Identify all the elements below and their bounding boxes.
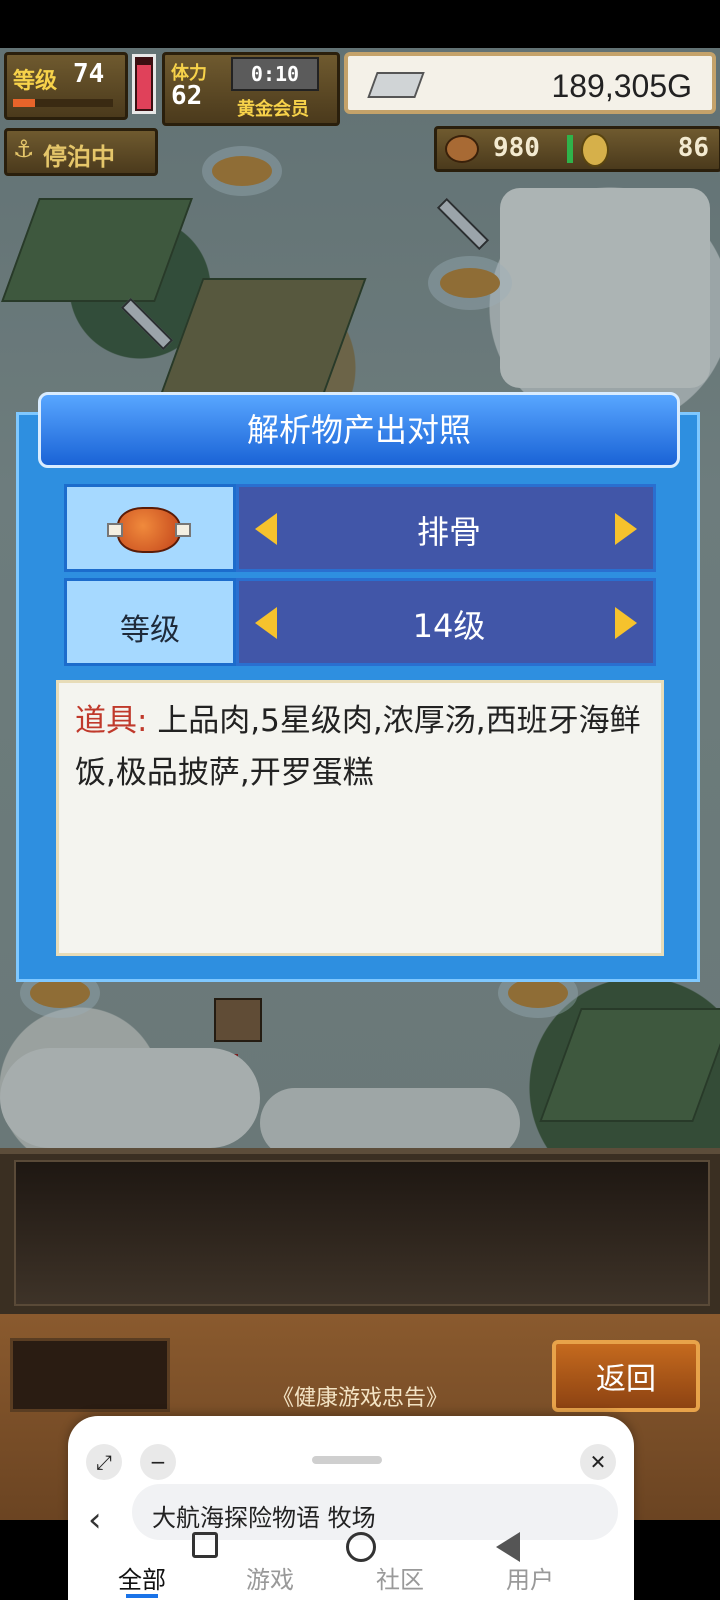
- message-window: [14, 1160, 710, 1306]
- stamina-gauge: [132, 54, 156, 114]
- food-icon: [445, 135, 479, 163]
- exp-bar: [13, 99, 113, 107]
- tab-all-indicator: [126, 1594, 158, 1598]
- food-count: 980: [493, 133, 540, 163]
- item-name: 排骨: [416, 513, 481, 551]
- item-icon-cell: [64, 484, 236, 572]
- level-row-label: 等级: [120, 613, 180, 648]
- recent-apps-icon[interactable]: [192, 1532, 218, 1558]
- level-selector[interactable]: 14级: [236, 578, 656, 666]
- exp-bar-fill: [13, 99, 35, 107]
- dialog-title-bar: 解析物产出对照: [38, 392, 680, 468]
- bone-icon: [175, 523, 191, 537]
- item-selector[interactable]: 排骨: [236, 484, 656, 572]
- level-box: 等级 74: [4, 52, 128, 120]
- search-text: 大航海探险物语 牧场: [152, 1504, 376, 1532]
- timer: 0:10: [231, 57, 319, 91]
- food-bar: [567, 135, 573, 163]
- meat-icon: [117, 507, 181, 553]
- level-row-value: 14级: [412, 607, 486, 645]
- level-label-cell: 等级: [64, 578, 236, 666]
- status-label: 停泊中: [43, 143, 115, 171]
- tab-all[interactable]: 全部: [118, 1560, 166, 1595]
- bone-icon: [107, 523, 123, 537]
- resource-box: 980 86: [434, 126, 720, 172]
- anchor-icon: ⚓: [13, 135, 35, 163]
- membership-label: 黄金会员: [237, 99, 309, 120]
- back-nav-icon[interactable]: [496, 1532, 520, 1562]
- close-icon[interactable]: ✕: [580, 1444, 616, 1480]
- status-bar: [0, 0, 720, 48]
- tab-community[interactable]: 社区: [376, 1560, 424, 1595]
- level-value: 74: [73, 59, 105, 89]
- minimize-icon[interactable]: −: [140, 1444, 176, 1480]
- tab-games[interactable]: 游戏: [246, 1560, 294, 1595]
- gold-amount: 189,305G: [551, 68, 692, 104]
- stamina-box: 体力 62 0:10 黄金会员: [162, 52, 340, 126]
- desc-label: 道具:: [75, 703, 148, 739]
- silver-bar-icon: [367, 72, 425, 98]
- status-box: ⚓ 停泊中: [4, 128, 158, 176]
- drag-handle[interactable]: [312, 1456, 382, 1464]
- coin-count: 86: [677, 133, 709, 163]
- next-item-arrow-icon[interactable]: [615, 513, 637, 545]
- description-box: 道具: 上品肉,5星级肉,浓厚汤,西班牙海鲜饭,极品披萨,开罗蛋糕: [56, 680, 664, 956]
- level-label: 等级: [13, 69, 58, 94]
- health-notice: 《健康游戏忠告》: [271, 1386, 448, 1411]
- expand-icon[interactable]: ⤢: [86, 1444, 122, 1480]
- gold-box: 189,305G: [344, 52, 716, 114]
- tab-users[interactable]: 用户: [506, 1560, 554, 1595]
- dialog-title: 解析物产出对照: [246, 411, 471, 449]
- back-chevron-icon[interactable]: ‹: [88, 1500, 102, 1540]
- stamina-gauge-fill: [137, 65, 151, 109]
- desc-text: 上品肉,5星级肉,浓厚汤,西班牙海鲜饭,极品披萨,开罗蛋糕: [75, 703, 641, 791]
- coin-icon: [581, 133, 609, 167]
- next-level-arrow-icon[interactable]: [615, 607, 637, 639]
- stamina-value: 62: [171, 81, 203, 111]
- home-icon[interactable]: [346, 1532, 376, 1562]
